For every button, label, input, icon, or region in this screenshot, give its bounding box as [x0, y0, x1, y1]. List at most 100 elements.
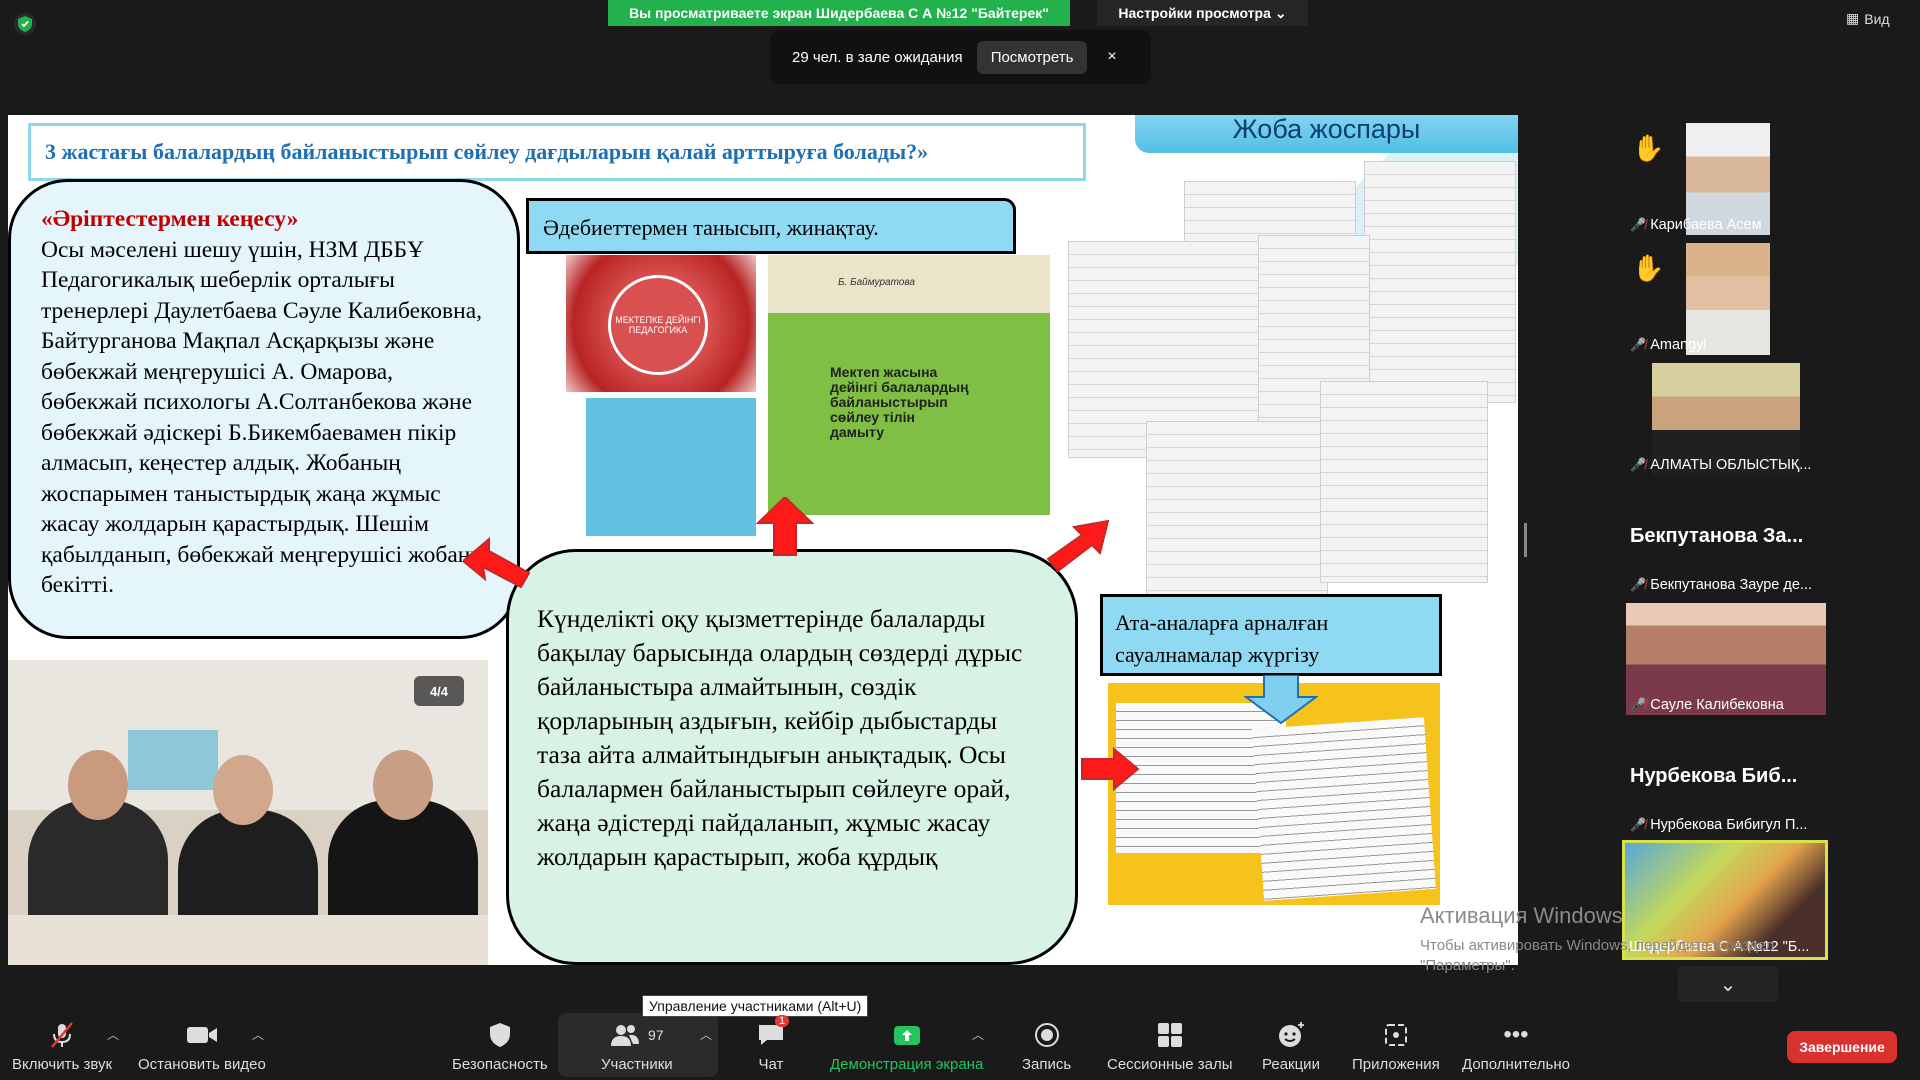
red-arrow-icon: [1046, 519, 1110, 573]
participant-tile[interactable]: ✋ 🎤̸ Карибаева Асем: [1626, 123, 1826, 235]
participant-display-name: Нурбекова Биб...: [1630, 765, 1798, 787]
view-button[interactable]: ▦ Вид: [1846, 10, 1890, 27]
muted-mic-icon: 🎤̸: [1630, 577, 1647, 592]
share-screen-button[interactable]: Демонстрация экрана: [830, 1017, 983, 1073]
shared-slide: 3 жастағы балалардың байланыстырып сөйле…: [8, 115, 1518, 965]
plan-title: Жоба жоспары: [1135, 115, 1518, 153]
red-arrow-icon: [756, 497, 814, 556]
participant-tile[interactable]: Нурбекова Биб... 🎤̸ Нурбекова Бибигул П..…: [1626, 723, 1826, 835]
participants-label: Участники: [601, 1056, 673, 1073]
participant-tile[interactable]: ✋ 🎤̸ Amangyl: [1626, 243, 1826, 355]
colleagues-consultation-bubble: «Әріптестермен кеңесу» Осы мәселені шешу…: [8, 179, 520, 639]
participant-tile[interactable]: 🎤̸ Сауле Калибековна: [1626, 603, 1826, 715]
participant-name: 🎤̸ Карибаева Асем: [1630, 217, 1762, 233]
photo-counter-badge: 4/4: [414, 676, 464, 706]
waiting-room-notice: 29 чел. в зале ожидания Посмотреть ×: [770, 30, 1151, 84]
book-cover-pedagogy: МЕКТЕПКЕ ДЕЙІНГІ ПЕДАГОГИКА: [566, 255, 756, 392]
apps-icon: [1383, 1017, 1409, 1053]
book-cover-speech: Б. Баймуратова Мектеп жасына дейінгі бал…: [768, 255, 1050, 515]
participants-count: 97: [648, 1027, 664, 1043]
share-screen-label: Демонстрация экрана: [830, 1056, 984, 1073]
video-options-caret[interactable]: ︿: [252, 1026, 264, 1043]
participant-display-name: Бекпутанова За...: [1630, 525, 1804, 547]
participant-tile[interactable]: 🎤̸ АЛМАТЫ ОБЛЫСТЫҚ...: [1626, 363, 1826, 475]
participants-tooltip: Управление участниками (Alt+U): [642, 995, 869, 1017]
windows-activation-title: Активация Windows: [1420, 903, 1623, 928]
red-arrow-icon: [463, 536, 531, 589]
record-label: Запись: [1022, 1056, 1072, 1073]
participants-button[interactable]: 97 Участники: [601, 1017, 673, 1073]
plan-document: [1146, 421, 1328, 613]
chat-label: Чат: [758, 1056, 784, 1073]
stop-video-label: Остановить видео: [138, 1056, 266, 1073]
participant-name: 🎤̸ Нурбекова Бибигул П...: [1630, 817, 1808, 833]
view-settings-label: Настройки просмотра: [1118, 5, 1271, 21]
participants-options-caret[interactable]: ︿: [700, 1026, 712, 1043]
end-meeting-button[interactable]: Завершение: [1787, 1031, 1897, 1063]
muted-mic-icon: 🎤̸: [1630, 337, 1647, 352]
more-label: Дополнительно: [1462, 1056, 1570, 1073]
apps-button[interactable]: Приложения: [1352, 1017, 1440, 1073]
view-settings-dropdown[interactable]: Настройки просмотра ⌄: [1097, 0, 1308, 26]
participant-name: 🎤̸ Amangyl: [1630, 337, 1707, 353]
audio-options-caret[interactable]: ︿: [107, 1026, 119, 1043]
plan-document: [1364, 161, 1516, 403]
muted-mic-icon: 🎤̸: [1630, 217, 1647, 232]
unmute-label: Включить звук: [12, 1056, 113, 1073]
muted-mic-icon: [47, 1017, 77, 1053]
security-label: Безопасность: [452, 1056, 548, 1073]
waiting-room-view-button[interactable]: Посмотреть: [976, 40, 1088, 74]
breakout-rooms-icon: [1157, 1017, 1183, 1053]
participant-tile[interactable]: Бекпутанова За... 🎤̸ Бекпутанова Зауре де…: [1626, 483, 1826, 595]
share-options-caret[interactable]: ︿: [972, 1026, 984, 1043]
video-photo: 4/4: [8, 660, 488, 965]
chevron-down-icon: ⌄: [1274, 4, 1287, 21]
book-cover-blue: [586, 398, 756, 536]
view-button-label: Вид: [1864, 10, 1890, 27]
apps-label: Приложения: [1352, 1056, 1440, 1073]
breakout-rooms-button[interactable]: Сессионные залы: [1107, 1017, 1233, 1073]
consultation-title: «Әріптестермен кеңесу»: [41, 206, 299, 232]
participants-icon: 97: [610, 1017, 664, 1053]
stop-video-button[interactable]: Остановить видео: [138, 1017, 266, 1073]
muted-mic-icon: 🎤̸: [1630, 457, 1647, 472]
slide-title: 3 жастағы балалардың байланыстырып сөйле…: [28, 123, 1086, 181]
participant-name: 🎤̸ Сауле Калибековна: [1630, 697, 1784, 713]
literature-label: Әдебиеттермен танысып, жинақтау.: [526, 198, 1016, 254]
close-icon[interactable]: ×: [1107, 48, 1116, 66]
raised-hand-icon: ✋: [1632, 253, 1665, 283]
chat-button[interactable]: 1 Чат: [757, 1015, 790, 1073]
security-button[interactable]: Безопасность: [452, 1017, 548, 1073]
unmute-button[interactable]: Включить звук: [12, 1017, 112, 1073]
muted-mic-icon: 🎤̸: [1630, 817, 1647, 832]
breakout-rooms-label: Сессионные залы: [1107, 1056, 1233, 1073]
grid-icon: ▦: [1846, 10, 1860, 26]
camera-icon: [186, 1017, 218, 1053]
scroll-down-chevron-icon[interactable]: ⌄: [1678, 966, 1778, 1002]
muted-mic-icon: 🎤̸: [1630, 697, 1647, 712]
chat-icon: 1: [757, 1015, 790, 1053]
observation-bubble: Күнделікті оқу қызметтерінде балаларды б…: [506, 549, 1078, 965]
screen-share-banner: Вы просматриваете экран Шидербаева С А №…: [608, 0, 1070, 26]
panel-resize-handle[interactable]: [1524, 523, 1527, 557]
participant-name: 🎤̸ АЛМАТЫ ОБЛЫСТЫҚ...: [1630, 457, 1812, 473]
consultation-text: Осы мәселені шешу үшін, НЗМ ДББҰ Педагог…: [41, 236, 487, 599]
plan-document: [1320, 381, 1488, 583]
record-button[interactable]: Запись: [1022, 1017, 1071, 1073]
book3-title: Мектеп жасына дейінгі балалардың байланы…: [830, 364, 969, 440]
reactions-button[interactable]: Реакции: [1262, 1017, 1320, 1073]
book1-title: МЕКТЕПКЕ ДЕЙІНГІ ПЕДАГОГИКА: [608, 275, 708, 375]
shield-icon: [489, 1017, 511, 1053]
more-dots-icon: •••: [1503, 1021, 1529, 1048]
red-arrow-icon: [1081, 747, 1140, 791]
reactions-label: Реакции: [1262, 1056, 1320, 1073]
parents-survey-label: Ата-аналарға арналған сауалнамалар жүргі…: [1100, 594, 1442, 676]
share-screen-icon: [893, 1017, 921, 1053]
book3-author: Б. Баймуратова: [838, 277, 915, 288]
emoji-icon: [1277, 1017, 1305, 1053]
blue-arrow-icon: [1244, 675, 1318, 725]
more-button[interactable]: ••• Дополнительно: [1462, 1017, 1570, 1073]
participant-name: 🎤̸ Бекпутанова Зауре де...: [1630, 577, 1812, 593]
security-shield-icon[interactable]: [14, 13, 36, 35]
raised-hand-icon: ✋: [1632, 133, 1665, 163]
